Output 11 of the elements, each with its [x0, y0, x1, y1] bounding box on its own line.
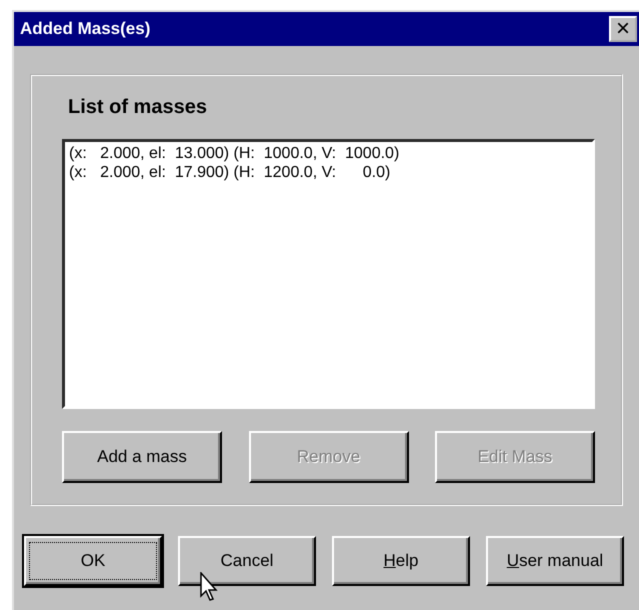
list-action-button[interactable]: Add a mass — [62, 431, 222, 483]
dialog-button[interactable]: Help — [332, 536, 470, 586]
dialog-button[interactable]: User manual — [486, 536, 624, 586]
list-item[interactable]: (x: 2.000, el: 13.000) (H: 1000.0, V: 1000.0) — [69, 144, 400, 163]
dialog-button[interactable]: Cancel — [178, 536, 316, 586]
list-item[interactable]: (x: 2.000, el: 17.900) (H: 1200.0, V: 0.0) — [69, 163, 390, 182]
dialog-button[interactable]: OK — [24, 536, 162, 586]
close-button[interactable]: × — [609, 16, 637, 42]
window-title: Added Mass(es) — [20, 19, 150, 39]
group-title: List of masses — [68, 96, 207, 119]
mouse-pointer-icon — [200, 572, 220, 602]
